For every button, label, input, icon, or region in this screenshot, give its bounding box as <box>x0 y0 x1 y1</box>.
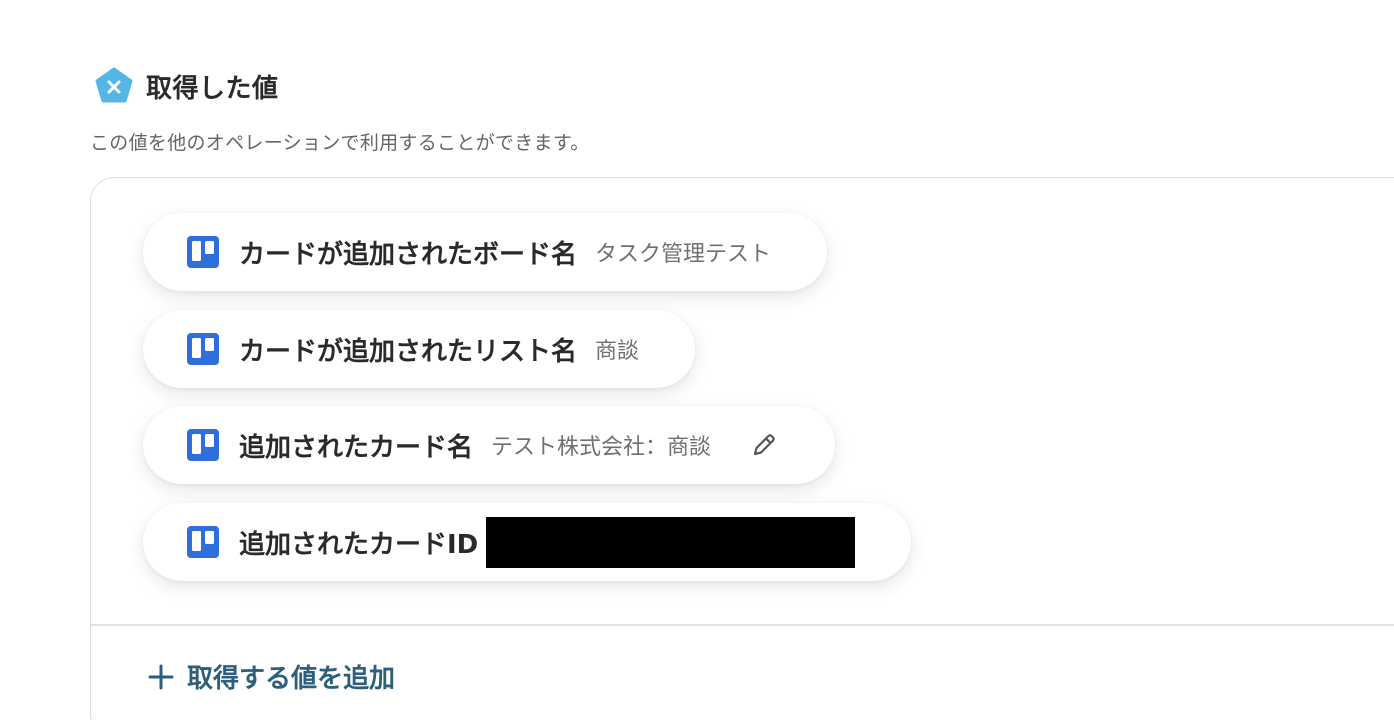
add-value-label: 取得する値を追加 <box>187 664 396 694</box>
field-chip-card-name[interactable]: 追加されたカード名 テスト株式会社：商談 <box>143 406 836 484</box>
pencil-icon[interactable] <box>749 430 779 460</box>
field-chip-board-name[interactable]: カードが追加されたボード名 タスク管理テスト <box>143 213 828 291</box>
field-label: カードが追加されたボード名 <box>239 239 578 270</box>
section-title: 取得した値 <box>146 73 279 104</box>
trello-icon <box>187 429 219 461</box>
divider <box>91 624 1394 626</box>
field-value: 商談 <box>595 339 640 364</box>
pentagon-x-icon <box>95 67 133 103</box>
trello-icon <box>187 333 219 365</box>
field-label: カードが追加されたリスト名 <box>239 336 578 367</box>
field-label: 追加されたカード名 <box>239 432 474 463</box>
add-value-button[interactable]: 取得する値を追加 <box>147 658 395 695</box>
redacted-value <box>486 516 856 568</box>
plus-icon <box>148 664 174 689</box>
section-header: 取得した値 <box>94 66 279 106</box>
field-label: 追加されたカードID <box>239 529 479 560</box>
section-description: この値を他のオペレーションで利用することができます。 <box>90 132 590 154</box>
trello-icon <box>187 236 219 268</box>
field-chip-list-name[interactable]: カードが追加されたリスト名 商談 <box>143 310 696 388</box>
field-value: テスト株式会社：商談 <box>491 435 712 460</box>
field-value: タスク管理テスト <box>595 242 772 267</box>
page: 取得した値 この値を他のオペレーションで利用することができます。 カードが追加さ… <box>0 0 1394 720</box>
field-chip-card-id[interactable]: 追加されたカードID <box>143 503 912 581</box>
values-panel: カードが追加されたボード名 タスク管理テスト カードが追加されたリスト名 商談 … <box>90 177 1394 720</box>
trello-icon <box>187 526 219 558</box>
